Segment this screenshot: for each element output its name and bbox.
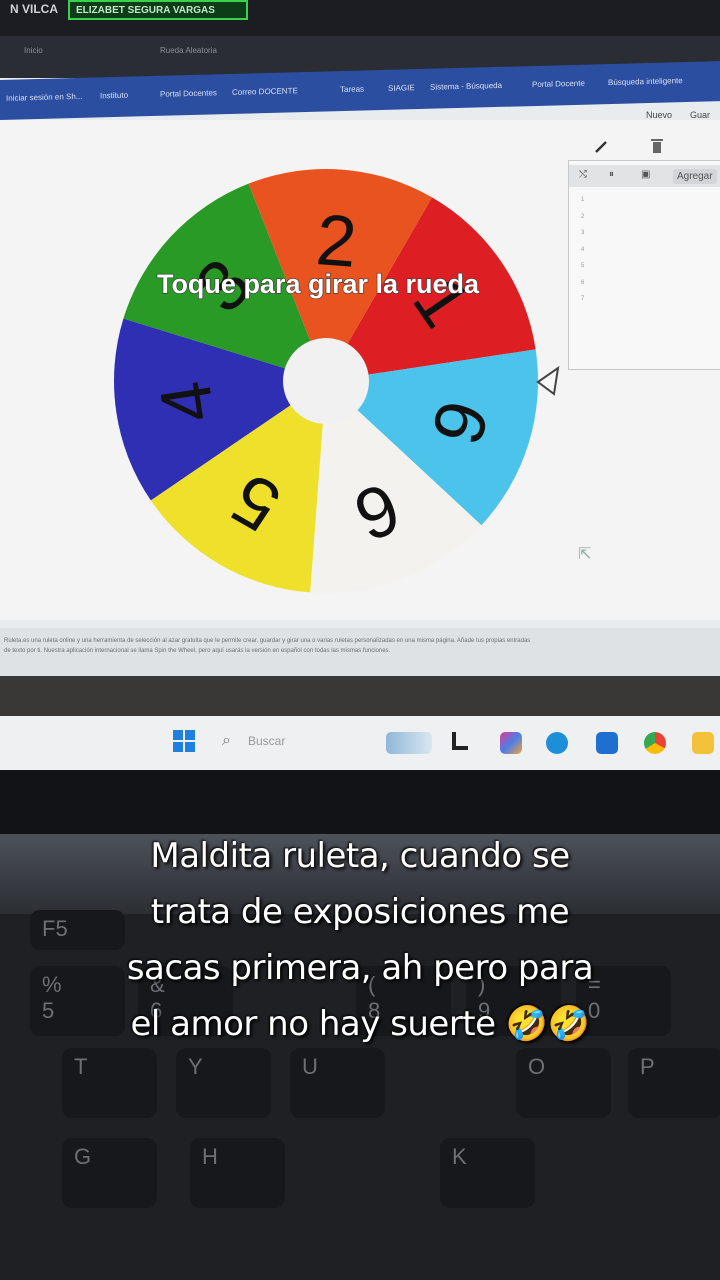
caption-line: trata de exposiciones me — [150, 892, 570, 932]
entries-panel: ⤭ ⏸ ▣ Agregar 1 2 3 4 5 6 7 — [568, 160, 720, 370]
line-number: 6 — [581, 279, 585, 286]
previous-tab[interactable]: N VILCA — [0, 0, 68, 20]
video-caption: Maldita ruleta, cuando se trata de expos… — [40, 828, 680, 1052]
key-o: O — [516, 1048, 611, 1118]
key-u: U — [290, 1048, 385, 1118]
key-g: G — [62, 1138, 157, 1208]
line-number: 1 — [581, 197, 585, 203]
caption-line: el amor no hay suerte 🤣🤣 — [130, 1004, 590, 1044]
bookmark-item[interactable]: Portal Docente — [532, 79, 585, 89]
mouse-cursor-icon: ⇱ — [578, 546, 592, 563]
monitor-screen: N VILCA ELIZABET SEGURA VARGAS Inicio Ru… — [0, 0, 720, 770]
line-number: 2 — [581, 213, 585, 220]
taskbar-search[interactable]: Buscar — [248, 734, 285, 748]
key-h: H — [190, 1138, 285, 1208]
description-line: de texto por ti. Nuestra aplicación inte… — [4, 648, 391, 654]
spin-prompt[interactable]: Toque para girar la rueda — [156, 268, 480, 299]
image-icon[interactable]: ▣ — [641, 169, 650, 180]
line-number: 4 — [581, 246, 585, 253]
bookmark-item[interactable]: Instituto — [100, 91, 128, 101]
file-explorer-icon[interactable] — [692, 732, 714, 754]
bookmark-item[interactable]: Búsqueda inteligente — [608, 76, 683, 87]
wheel-pointer-icon — [536, 365, 560, 396]
tab-rueda[interactable]: Rueda Aleatoria — [160, 46, 217, 55]
caption-line: sacas primera, ah pero para — [126, 948, 594, 988]
taskbar: ⌕ Buscar — [0, 716, 720, 770]
editor-toolbar: Nuevo Guar — [590, 104, 720, 140]
tab-inicio[interactable]: Inicio — [24, 46, 43, 55]
chrome-icon[interactable] — [644, 732, 666, 754]
panel-toolbar: ⤭ ⏸ ▣ Agregar — [569, 165, 720, 187]
add-image-button[interactable]: Agregar — [673, 169, 717, 184]
store-icon[interactable] — [596, 732, 618, 754]
description-line: Ruleta.es una ruleta online y una herram… — [4, 638, 531, 644]
key-k: K — [440, 1138, 535, 1208]
bookmark-item[interactable]: Sistema - Búsqueda — [430, 81, 502, 92]
key-t: T — [62, 1048, 157, 1118]
save-button[interactable]: Guar — [690, 110, 710, 120]
task-view-icon[interactable] — [452, 732, 468, 750]
line-number: 7 — [581, 296, 585, 302]
new-button[interactable]: Nuevo — [646, 110, 672, 120]
bookmark-item[interactable]: Portal Docentes — [160, 88, 217, 98]
edge-icon[interactable] — [546, 732, 568, 754]
bookmark-item[interactable]: Iniciar sesión en Sh... — [6, 92, 82, 103]
pencil-icon[interactable] — [594, 140, 608, 154]
windows-start-icon[interactable] — [173, 730, 195, 752]
spin-wheel[interactable]: 1665432 Toque para girar la rueda — [100, 150, 570, 610]
search-icon[interactable]: ⌕ — [222, 732, 231, 750]
pause-icon[interactable]: ⏸ — [609, 169, 614, 180]
line-number: 3 — [581, 230, 585, 236]
trash-icon[interactable] — [650, 138, 664, 154]
bookmark-item[interactable]: SIAGIE — [388, 83, 415, 93]
entries-textarea[interactable]: 1 2 3 4 5 6 7 — [581, 197, 584, 313]
active-tab[interactable]: ELIZABET SEGURA VARGAS — [68, 0, 248, 20]
wheel-center[interactable] — [283, 338, 369, 424]
page-description: Ruleta.es una ruleta online y una herram… — [0, 628, 720, 678]
widgets-icon[interactable] — [386, 732, 432, 754]
line-number: 5 — [581, 263, 585, 269]
monitor-bottom-bezel — [0, 676, 720, 716]
key-p: P — [628, 1048, 720, 1118]
bookmark-item[interactable]: Tareas — [340, 84, 364, 94]
copilot-icon[interactable] — [500, 732, 522, 754]
caption-line: Maldita ruleta, cuando se — [150, 836, 570, 876]
shuffle-icon[interactable]: ⤭ — [579, 169, 587, 180]
bookmark-item[interactable]: Correo DOCENTE — [232, 86, 298, 97]
key-y: Y — [176, 1048, 271, 1118]
